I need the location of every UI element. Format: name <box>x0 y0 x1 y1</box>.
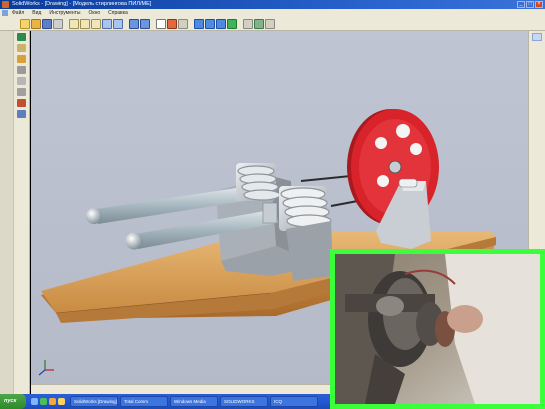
arc-icon[interactable] <box>17 88 26 96</box>
menu-window[interactable]: Окно <box>89 10 101 16</box>
left-toolbar <box>0 31 30 394</box>
grid-icon[interactable] <box>243 18 253 29</box>
webcam-footage <box>335 254 540 404</box>
task-solidworks[interactable]: SOLIDWORKS <box>220 396 268 407</box>
minimize-button[interactable]: _ <box>517 1 525 8</box>
zoom-fit-icon[interactable] <box>69 18 79 29</box>
hide-icon[interactable] <box>254 18 264 29</box>
window-controls: _ □ × <box>517 1 543 8</box>
maximize-button[interactable]: □ <box>526 1 534 8</box>
revolve-icon[interactable] <box>17 55 26 63</box>
folder-icon[interactable] <box>58 398 65 405</box>
task-solidworks-drawing[interactable]: SolidWorks [Drawing] <box>70 396 118 407</box>
options-icon[interactable] <box>178 18 188 29</box>
circle-icon[interactable] <box>17 77 26 85</box>
menu-bar: Файл Вид Инструменты Окно Справка <box>0 9 545 17</box>
select-icon[interactable] <box>156 18 166 29</box>
document-icon[interactable] <box>2 10 8 16</box>
next-icon[interactable] <box>216 18 226 29</box>
main-toolbar <box>0 17 545 31</box>
zoom-area-icon[interactable] <box>80 18 90 29</box>
menu-file[interactable]: Файл <box>12 10 24 16</box>
scroll-up-arrow[interactable] <box>532 33 542 41</box>
open-icon[interactable] <box>31 18 41 29</box>
play-icon[interactable] <box>227 18 237 29</box>
rewind-icon[interactable] <box>205 18 215 29</box>
save-icon[interactable] <box>42 18 52 29</box>
smart-dimension-icon[interactable] <box>167 18 177 29</box>
layers-icon[interactable] <box>265 18 275 29</box>
app-icon[interactable] <box>2 1 9 8</box>
sketch-icon[interactable] <box>17 33 26 41</box>
task-icq[interactable]: ICQ <box>270 396 318 407</box>
close-button[interactable]: × <box>535 1 543 8</box>
menu-help[interactable]: Справка <box>108 10 128 16</box>
pan-icon[interactable] <box>113 18 123 29</box>
rotate-icon[interactable] <box>102 18 112 29</box>
menu-tools[interactable]: Инструменты <box>49 10 80 16</box>
desktop-icon[interactable] <box>31 398 38 405</box>
extrude-icon[interactable] <box>17 44 26 52</box>
left-toolbar-icons <box>17 33 28 118</box>
view-orientation-icon[interactable] <box>129 18 139 29</box>
feature-manager-strip <box>0 31 14 394</box>
start-button[interactable]: пуск <box>0 394 26 409</box>
relation-icon[interactable] <box>17 110 26 118</box>
rear-cylinder-fins <box>236 163 281 201</box>
dimension-icon[interactable] <box>17 99 26 107</box>
status-bar <box>31 384 331 394</box>
first-frame-icon[interactable] <box>194 18 204 29</box>
task-windows-media[interactable]: Windows Media <box>170 396 218 407</box>
quick-launch <box>28 398 68 405</box>
line-icon[interactable] <box>17 66 26 74</box>
title-bar: SolidWorks - [Drawing] - [Модель стирлин… <box>0 0 545 9</box>
window-title: SolidWorks - [Drawing] - [Модель стирлин… <box>12 1 152 7</box>
zoom-in-icon[interactable] <box>91 18 101 29</box>
menu-view[interactable]: Вид <box>32 10 41 16</box>
print-icon[interactable] <box>53 18 63 29</box>
new-icon[interactable] <box>20 18 30 29</box>
display-style-icon[interactable] <box>140 18 150 29</box>
media-icon[interactable] <box>49 398 56 405</box>
coordinate-triad <box>38 360 54 376</box>
webcam-overlay <box>330 249 545 409</box>
browser-icon[interactable] <box>40 398 47 405</box>
task-total-commander[interactable]: Total Comm <box>120 396 168 407</box>
